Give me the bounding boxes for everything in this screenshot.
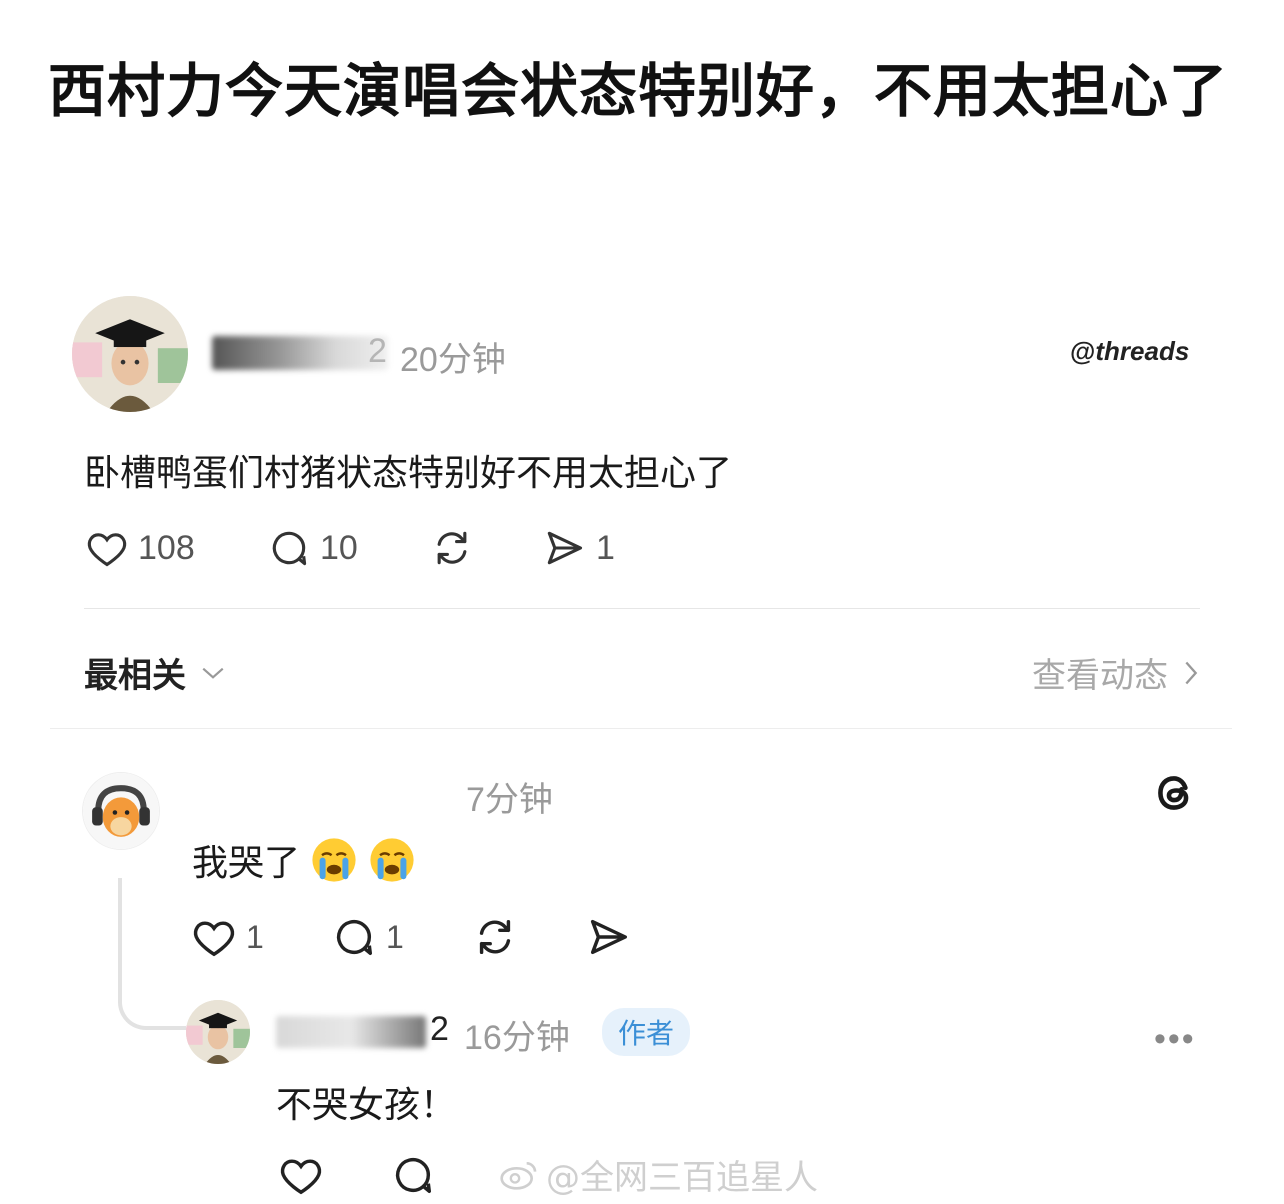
comment-icon bbox=[336, 919, 373, 956]
post-like-button[interactable]: 108 bbox=[84, 526, 195, 570]
avatar-graduate-image bbox=[186, 1000, 250, 1064]
sort-label: 最相关 bbox=[84, 656, 186, 696]
reply2-author-avatar[interactable] bbox=[186, 1000, 250, 1064]
comment-icon bbox=[272, 531, 307, 566]
post-divider bbox=[84, 608, 1200, 609]
headline: 西村力今天演唱会状态特别好，不用太担心了 bbox=[48, 57, 1229, 125]
reply1-text: 我哭了 bbox=[192, 843, 301, 884]
watermark-text: @全网三百追星人 bbox=[546, 1158, 818, 1198]
threads-logo-icon bbox=[1158, 776, 1189, 810]
threads-logo-button[interactable] bbox=[1150, 768, 1200, 822]
more-options-button[interactable]: ••• bbox=[1154, 1020, 1196, 1059]
repost-icon bbox=[479, 919, 511, 955]
heart-icon bbox=[280, 1159, 322, 1195]
reply2-username-tail: 2 bbox=[430, 1010, 449, 1048]
avatar-graduate-image bbox=[72, 296, 188, 412]
reply1-like-button[interactable]: 1 bbox=[190, 914, 264, 960]
reply1-share-button[interactable] bbox=[584, 914, 632, 960]
post-text: 卧槽鸭蛋们村猪状态特别好不用太担心了 bbox=[84, 453, 733, 494]
weibo-watermark: @全网三百追星人 bbox=[500, 1150, 818, 1199]
reply1-comment-count: 1 bbox=[386, 918, 404, 955]
threads-brand-text: threads bbox=[1095, 336, 1190, 366]
heart-icon bbox=[87, 533, 127, 567]
reply1-repost-button[interactable] bbox=[470, 914, 520, 960]
reply1-comment-button[interactable]: 1 bbox=[330, 914, 404, 960]
sort-dropdown[interactable]: 最相关 bbox=[84, 648, 226, 697]
reply2-comment-button[interactable] bbox=[388, 1152, 438, 1198]
post-like-count: 108 bbox=[138, 528, 195, 567]
weibo-logo-icon bbox=[500, 1161, 537, 1190]
post-username-obscured[interactable] bbox=[212, 336, 388, 370]
avatar-charmander-image bbox=[83, 773, 159, 849]
view-activity-label: 查看动态 bbox=[1032, 656, 1168, 696]
sort-divider bbox=[50, 728, 1232, 729]
post-share-button[interactable]: 1 bbox=[540, 526, 615, 570]
post-comment-count: 10 bbox=[320, 528, 358, 567]
reply2-time: 16分钟 bbox=[464, 1019, 570, 1057]
post-author-avatar[interactable] bbox=[72, 296, 188, 412]
chevron-down-icon bbox=[202, 667, 224, 679]
send-icon bbox=[547, 531, 583, 565]
reply1-text-row: 我哭了 bbox=[192, 834, 416, 886]
crying-emoji-icon bbox=[370, 838, 414, 882]
reply2-text: 不哭女孩！ bbox=[276, 1085, 457, 1126]
post-time: 20分钟 bbox=[400, 341, 506, 379]
comment-icon bbox=[395, 1157, 432, 1194]
reply1-like-count: 1 bbox=[246, 918, 264, 955]
threads-logo-icon: @ bbox=[1070, 336, 1096, 366]
author-badge: 作者 bbox=[602, 1008, 691, 1056]
post-comment-button[interactable]: 10 bbox=[266, 526, 358, 570]
crying-emoji-icon bbox=[312, 838, 356, 882]
view-activity-link[interactable]: 查看动态 bbox=[1032, 648, 1200, 697]
reply-thread-connector bbox=[118, 878, 186, 1030]
heart-icon bbox=[193, 921, 235, 957]
post-repost-button[interactable] bbox=[428, 526, 476, 570]
post-share-count: 1 bbox=[596, 528, 615, 567]
reply1-time: 7分钟 bbox=[466, 781, 553, 819]
chevron-right-icon bbox=[1185, 661, 1198, 684]
reply2-like-button[interactable] bbox=[276, 1152, 326, 1198]
reply2-username-obscured[interactable] bbox=[276, 1016, 426, 1048]
post-username-tail: 2 bbox=[368, 332, 387, 370]
threads-brand: @threads bbox=[1070, 336, 1189, 367]
repost-icon bbox=[437, 531, 467, 565]
reply1-avatar[interactable] bbox=[82, 772, 160, 850]
send-icon bbox=[590, 919, 627, 955]
